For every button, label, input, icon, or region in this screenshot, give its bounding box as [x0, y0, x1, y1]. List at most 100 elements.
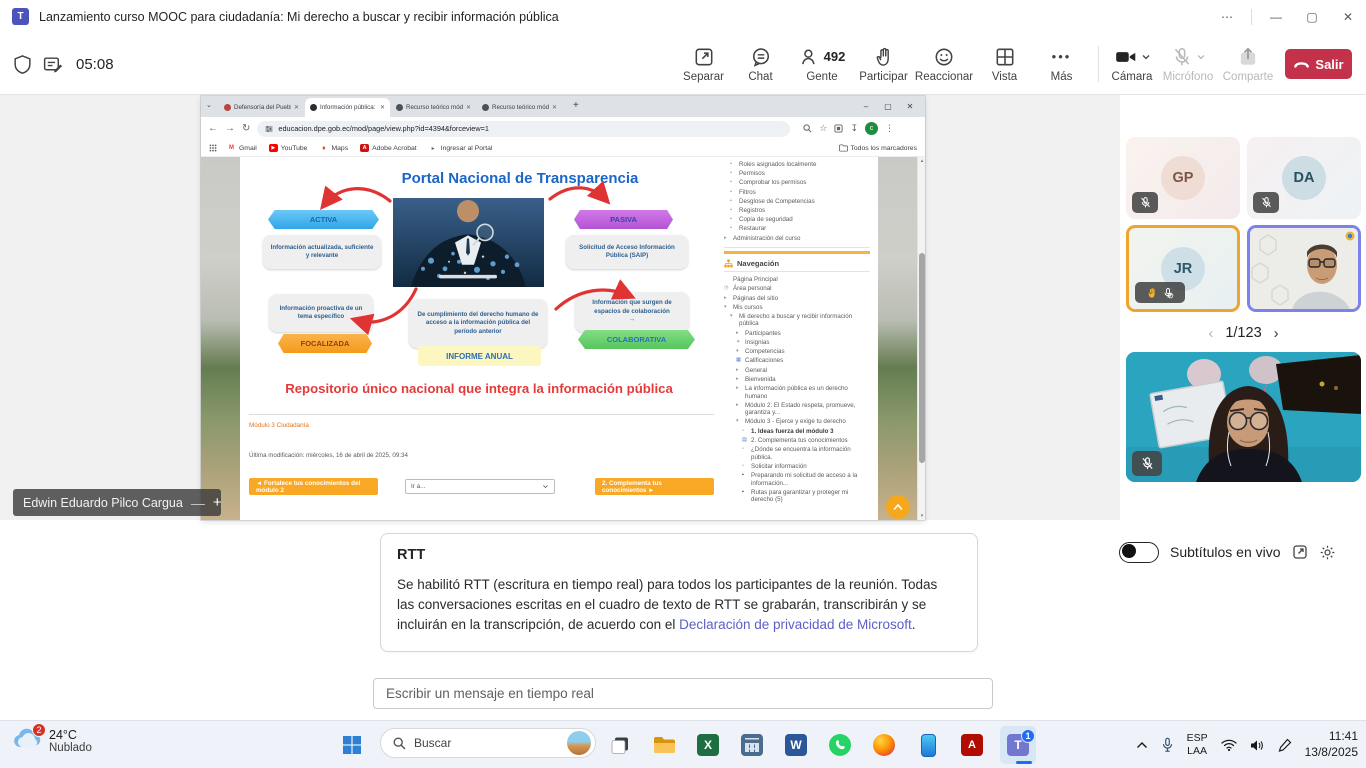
- module-link[interactable]: Módulo 3 Ciudadanía: [249, 422, 309, 429]
- navigation-tree-item[interactable]: ♦ Competencias: [736, 348, 870, 355]
- share-zoom-in-button[interactable]: +: [213, 494, 222, 511]
- page-next-icon[interactable]: ›: [1274, 325, 1279, 342]
- admin-nav-item[interactable]: ▪ Comprobar los permisos: [730, 179, 870, 186]
- address-bar[interactable]: educacion.dpe.gob.ec/mod/page/view.php?i…: [257, 121, 790, 137]
- navigation-tree-item[interactable]: ▪ Preparando mi solicitud de acceso a la…: [742, 472, 870, 487]
- navigation-tree-item[interactable]: ▫ Solicitar información: [742, 463, 870, 470]
- navigation-tree-item[interactable]: ▦ Calificaciones: [736, 357, 870, 364]
- excel-button[interactable]: X: [692, 729, 724, 761]
- navigation-tree-item[interactable]: ▾ Mi derecho a buscar y recibir informac…: [730, 313, 870, 328]
- react-button[interactable]: Reaccionar: [912, 33, 976, 95]
- phone-link-button[interactable]: [912, 729, 944, 761]
- bookmark-item[interactable]: ♦ Maps: [319, 144, 348, 152]
- people-button[interactable]: 492 Gente: [789, 33, 855, 95]
- navigation-tree-item[interactable]: ▸ Módulo 2: El Estado respeta, promueve,…: [736, 402, 870, 417]
- browser-menu-icon[interactable]: ⋮: [885, 123, 894, 134]
- share-button[interactable]: Comparte: [1219, 33, 1277, 95]
- camera-button[interactable]: Cámara: [1107, 33, 1157, 95]
- tab-close-icon[interactable]: ✕: [466, 104, 471, 111]
- navigation-tree-item[interactable]: ▾ Módulo 3 - Ejerce y exige tu derecho: [736, 418, 870, 425]
- navigation-tree-item[interactable]: ▸ Bienvenida: [736, 376, 870, 383]
- scrollbar-thumb[interactable]: [919, 253, 925, 463]
- camera-chevron-icon[interactable]: [1141, 52, 1151, 62]
- admin-nav-item[interactable]: ▪ Registros: [730, 207, 870, 214]
- file-explorer-button[interactable]: [648, 729, 680, 761]
- view-button[interactable]: Vista: [976, 33, 1033, 95]
- admin-nav-item[interactable]: ▪ Copia de seguridad: [730, 216, 870, 223]
- taskbar-clock[interactable]: 11:41 13/8/2025: [1305, 729, 1358, 760]
- navigation-tree-item[interactable]: ▫ ¿Dónde se encuentra la información púb…: [742, 446, 870, 461]
- search-daily-image[interactable]: [567, 731, 591, 755]
- tray-microphone-icon[interactable]: [1161, 737, 1174, 753]
- admin-nav-item[interactable]: ▪ Permisos: [730, 170, 870, 177]
- microphone-button[interactable]: Micrófono: [1157, 33, 1219, 95]
- tab-search-chevron-icon[interactable]: ⌄: [206, 101, 212, 109]
- window-minimize-button[interactable]: —: [1258, 0, 1294, 33]
- window-restore-button[interactable]: ▢: [1294, 0, 1330, 33]
- navigation-tree-item[interactable]: ▤ 2. Complementa tus conocimientos: [742, 437, 870, 444]
- new-tab-button[interactable]: +: [573, 96, 579, 115]
- navigation-tree-item[interactable]: ▫ 1. Ideas fuerza del módulo 3: [742, 428, 870, 435]
- bookmark-star-icon[interactable]: ☆: [819, 123, 827, 134]
- participant-tile-video[interactable]: [1247, 225, 1361, 312]
- bookmark-item[interactable]: A Adobe Acrobat: [360, 144, 417, 152]
- navigation-tree-item[interactable]: ◷ Área personal: [724, 285, 870, 292]
- whatsapp-button[interactable]: [824, 729, 856, 761]
- admin-nav-item[interactable]: ▪ Restaurar: [730, 225, 870, 232]
- captions-settings-icon[interactable]: [1319, 544, 1336, 561]
- volume-icon[interactable]: [1250, 739, 1265, 752]
- tab-close-icon[interactable]: ✕: [552, 104, 557, 111]
- more-button[interactable]: ••• Más: [1033, 33, 1090, 95]
- scrollbar-up-icon[interactable]: ▴: [918, 158, 925, 164]
- weather-widget[interactable]: 2 24°C Nublado: [12, 727, 92, 754]
- tab-close-icon[interactable]: ✕: [380, 104, 385, 111]
- reload-icon[interactable]: ↻: [242, 123, 250, 134]
- navigation-tree-item[interactable]: ▸ Páginas del sitio: [724, 295, 870, 302]
- captions-popout-icon[interactable]: [1292, 544, 1308, 560]
- rtt-message-input[interactable]: [373, 678, 993, 709]
- all-bookmarks-button[interactable]: Todos los marcadores: [839, 144, 918, 152]
- bookmark-item[interactable]: M Gmail: [227, 144, 257, 152]
- window-close-button[interactable]: ✕: [1330, 0, 1366, 33]
- captions-toggle[interactable]: [1119, 542, 1159, 563]
- navigation-tree-item[interactable]: ▸ General: [736, 367, 870, 374]
- share-zoom-out-button[interactable]: —: [191, 495, 205, 511]
- bookmark-item[interactable]: ▸ Ingresar al Portal: [429, 144, 493, 152]
- page-scrollbar[interactable]: ▴ ▾: [917, 157, 925, 520]
- navigation-tree-item[interactable]: Página Principal: [724, 276, 870, 283]
- navigation-tree-item[interactable]: ▸ La información pública es un derecho h…: [736, 385, 870, 400]
- participant-tile-gp[interactable]: GP: [1126, 137, 1240, 219]
- admin-nav-item[interactable]: ▸ Administración del curso: [724, 235, 870, 242]
- spotlight-video-tile[interactable]: [1126, 352, 1361, 482]
- apps-grid-icon[interactable]: [209, 144, 217, 152]
- microphone-chevron-icon[interactable]: [1196, 52, 1206, 62]
- browser-restore-button[interactable]: ▢: [877, 102, 899, 111]
- participant-tile-da[interactable]: DA: [1247, 137, 1361, 219]
- shield-icon[interactable]: [12, 54, 33, 75]
- zoom-icon[interactable]: [803, 124, 812, 133]
- scrollbar-down-icon[interactable]: ▾: [918, 513, 925, 519]
- back-icon[interactable]: ←: [208, 123, 218, 134]
- extensions-icon[interactable]: [834, 124, 843, 133]
- admin-nav-item[interactable]: ▪ Filtros: [730, 189, 870, 196]
- chat-button[interactable]: Chat: [732, 33, 789, 95]
- rtt-notes-icon[interactable]: [42, 54, 63, 75]
- participant-tile-jr[interactable]: JR: [1126, 225, 1240, 312]
- teams-taskbar-button[interactable]: T 1: [1000, 726, 1036, 764]
- popout-button[interactable]: Separar: [675, 33, 732, 95]
- titlebar-more-icon[interactable]: ⋯: [1209, 0, 1245, 33]
- browser-tab[interactable]: Recurso teórico módulo 2 (1).p ✕: [391, 98, 476, 117]
- navigation-tree-item[interactable]: ▪ Rutas para garantizar y proteger mi de…: [742, 489, 870, 504]
- download-icon[interactable]: ↧: [850, 123, 858, 134]
- floating-action-button[interactable]: [886, 495, 910, 519]
- firefox-button[interactable]: [868, 729, 900, 761]
- browser-close-button[interactable]: ✕: [899, 102, 921, 111]
- page-prev-icon[interactable]: ‹: [1208, 325, 1213, 342]
- word-button[interactable]: W: [780, 729, 812, 761]
- bookmark-item[interactable]: ▶ YouTube: [269, 144, 308, 152]
- browser-tab[interactable]: Defensoría del Pueblo | Ecuado ✕: [219, 98, 304, 117]
- navigation-tree-item[interactable]: ▸ Participantes: [736, 330, 870, 337]
- hidden-icons-chevron[interactable]: [1136, 741, 1148, 749]
- language-indicator[interactable]: ESP LAA: [1187, 732, 1208, 757]
- browser-minimize-button[interactable]: –: [855, 102, 877, 111]
